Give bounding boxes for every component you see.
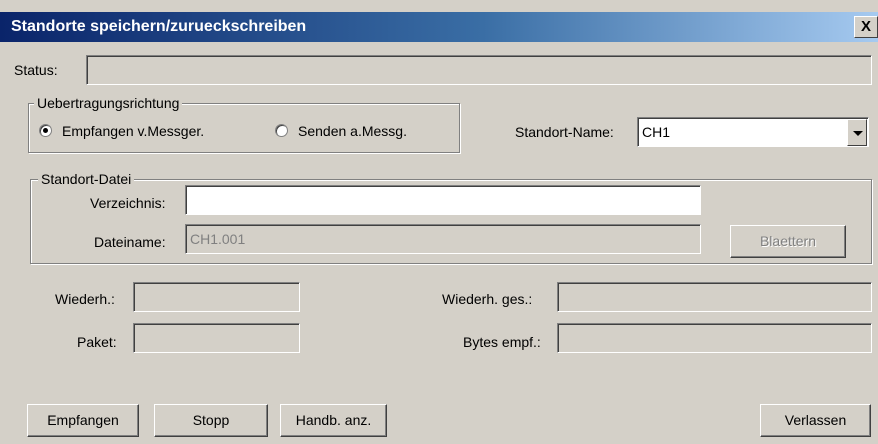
receive-radio-label[interactable]: Empfangen v.Messger. — [62, 122, 204, 140]
repeat-total-field — [557, 282, 872, 312]
close-button[interactable]: X — [854, 16, 878, 38]
packet-label: Paket: — [77, 334, 117, 350]
dropdown-arrow-icon[interactable] — [847, 119, 867, 146]
filename-value: CH1.001 — [190, 231, 246, 247]
repeat-total-label: Wiederh. ges.: — [442, 291, 533, 307]
location-name-select[interactable]: CH1 — [637, 117, 869, 147]
browse-button[interactable]: Blaettern — [730, 225, 846, 258]
filename-label: Dateiname: — [94, 234, 166, 250]
receive-button[interactable]: Empfangen — [27, 404, 139, 437]
bytes-received-label: Bytes empf.: — [463, 334, 541, 350]
directory-input[interactable] — [185, 185, 701, 215]
directory-label: Verzeichnis: — [90, 195, 166, 211]
receive-radio[interactable] — [39, 124, 52, 137]
repeat-field — [133, 282, 300, 312]
send-radio-label[interactable]: Senden a.Messg. — [298, 122, 407, 140]
packet-field — [133, 323, 300, 353]
title-bar: Standorte speichern/zurueckschreiben — [0, 12, 878, 42]
exit-button[interactable]: Verlassen — [760, 404, 871, 437]
stop-button[interactable]: Stopp — [154, 404, 268, 437]
repeat-label: Wiederh.: — [55, 291, 115, 307]
send-radio[interactable] — [275, 124, 288, 137]
filename-field: CH1.001 — [185, 224, 701, 254]
file-group-legend: Standort-Datei — [38, 171, 135, 187]
bytes-received-field — [557, 323, 872, 353]
status-label: Status: — [14, 62, 58, 78]
location-name-value: CH1 — [642, 124, 671, 140]
status-field — [86, 55, 872, 85]
direction-legend: Uebertragungsrichtung — [34, 95, 183, 111]
location-name-label: Standort-Name: — [515, 124, 614, 140]
window-title: Standorte speichern/zurueckschreiben — [11, 18, 307, 35]
show-manual-button[interactable]: Handb. anz. — [280, 404, 387, 437]
